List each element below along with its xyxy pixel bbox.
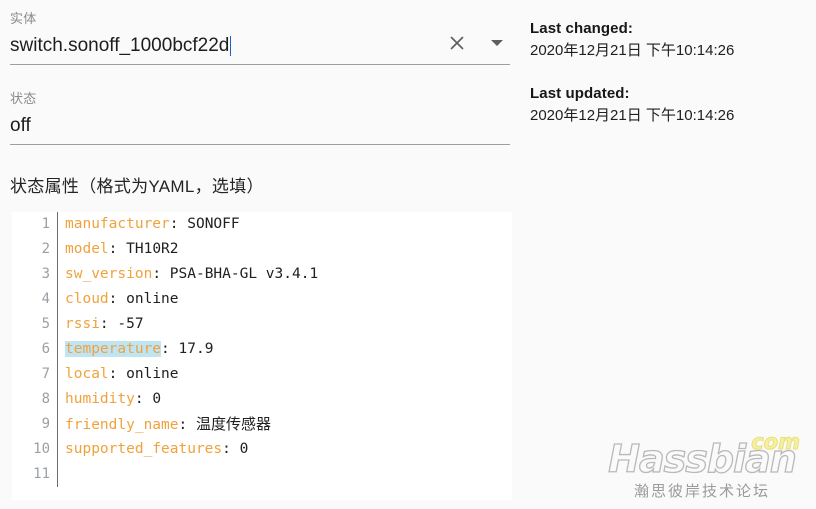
close-icon[interactable] [444, 30, 470, 56]
watermark-tld: com [751, 430, 801, 454]
code-line[interactable]: 4 cloud: online [12, 287, 512, 312]
yaml-value: online [126, 291, 179, 307]
yaml-value: 0 [239, 441, 249, 457]
last-changed-value: 2020年12月21日 下午10:14:26 [530, 42, 735, 59]
yaml-key: rssi [65, 316, 100, 332]
code-line[interactable]: 10 supported_features: 0 [12, 437, 512, 462]
state-input-value[interactable]: off [10, 111, 31, 141]
line-number: 8 [41, 391, 50, 407]
yaml-separator: : [108, 366, 127, 382]
entity-field-group: 实体 switch.sonoff_1000bcf22d [10, 10, 510, 65]
line-number: 9 [41, 416, 50, 432]
code-line[interactable]: 1 manufacturer: SONOFF [12, 212, 512, 237]
code-line-text[interactable]: rssi: -57 [57, 312, 512, 337]
yaml-separator: : [152, 266, 170, 282]
yaml-key: sw_version [65, 266, 153, 282]
code-line[interactable]: 7 local: online [12, 362, 512, 387]
yaml-key: temperature [65, 341, 162, 357]
watermark-subtitle: 瀚思彼岸技术论坛 [633, 482, 770, 500]
entity-input-row[interactable]: switch.sonoff_1000bcf22d [10, 28, 510, 65]
code-line-text[interactable]: model: TH10R2 [57, 237, 512, 262]
entity-field-actions [444, 30, 510, 56]
site-watermark: Hassbian com 瀚思彼岸技术论坛 [602, 431, 802, 501]
yaml-separator: : [99, 316, 118, 332]
yaml-value: TH10R2 [126, 241, 179, 257]
yaml-separator: : [222, 441, 240, 457]
yaml-value: 17.9 [178, 341, 214, 357]
yaml-key: cloud [65, 291, 109, 307]
watermark-brand: Hassbian [608, 436, 798, 481]
entity-field-label: 实体 [10, 11, 37, 26]
yaml-separator: : [108, 291, 127, 307]
code-lines-container[interactable]: 1 manufacturer: SONOFF 2 model: TH10R2 3 sw_v… [12, 212, 512, 487]
metadata-panel: Last changed: 2020年12月21日 下午10:14:26 Las… [530, 18, 810, 148]
yaml-value: 0 [152, 391, 162, 407]
yaml-attributes-editor[interactable]: 1 manufacturer: SONOFF 2 model: TH10R2 3 sw_v… [12, 212, 512, 500]
line-number: 5 [41, 316, 50, 332]
yaml-separator: : [134, 391, 153, 407]
line-number: 11 [33, 466, 50, 482]
yaml-separator: : [169, 216, 188, 232]
line-number: 6 [41, 341, 50, 357]
line-number: 2 [41, 241, 50, 257]
line-number: 4 [41, 291, 50, 307]
watermark-logo: Hassbian com [602, 431, 802, 482]
line-number: 1 [41, 216, 50, 232]
state-input-row[interactable]: off [10, 108, 510, 145]
line-number: 10 [33, 441, 50, 457]
yaml-key: local [65, 366, 109, 382]
yaml-value: PSA-BHA-GL v3.4.1 [169, 266, 319, 282]
code-line-text[interactable]: humidity: 0 [57, 387, 512, 412]
entity-form-panel: 实体 switch.sonoff_1000bcf22d 状态 off 状态属性（… [0, 0, 520, 509]
code-line-text[interactable]: supported_features: 0 [57, 437, 512, 462]
line-number: 3 [41, 266, 50, 282]
last-updated-value: 2020年12月21日 下午10:14:26 [530, 107, 735, 124]
code-line[interactable]: 9 friendly_name: 温度传感器 [12, 412, 512, 437]
code-line[interactable]: 2 model: TH10R2 [12, 237, 512, 262]
yaml-key: model [65, 241, 109, 257]
last-changed-label: Last changed: [530, 20, 633, 37]
yaml-separator: : [161, 341, 179, 357]
entity-input-value[interactable]: switch.sonoff_1000bcf22d [10, 31, 229, 61]
state-field-label: 状态 [10, 91, 37, 106]
last-changed-block: Last changed: 2020年12月21日 下午10:14:26 [530, 18, 810, 62]
code-line[interactable]: 5 rssi: -57 [12, 312, 512, 337]
yaml-key: friendly_name [65, 417, 179, 433]
code-line[interactable]: 8 humidity: 0 [12, 387, 512, 412]
code-line-text[interactable]: sw_version: PSA-BHA-GL v3.4.1 [57, 262, 512, 287]
yaml-key: manufacturer [65, 216, 170, 232]
yaml-value: online [126, 366, 179, 382]
code-line-text[interactable]: cloud: online [57, 287, 512, 312]
chevron-down-icon[interactable] [484, 30, 510, 56]
code-line-text[interactable]: manufacturer: SONOFF [57, 212, 512, 237]
code-line[interactable]: 11 [12, 462, 512, 487]
code-line-text[interactable]: local: online [57, 362, 512, 387]
last-updated-block: Last updated: 2020年12月21日 下午10:14:26 [530, 83, 810, 127]
yaml-key: supported_features [65, 441, 223, 457]
code-line[interactable]: 3 sw_version: PSA-BHA-GL v3.4.1 [12, 262, 512, 287]
line-number: 7 [41, 366, 50, 382]
code-line-text[interactable]: temperature: 17.9 [57, 337, 512, 362]
code-line-text[interactable] [57, 462, 512, 487]
code-line-text[interactable]: friendly_name: 温度传感器 [57, 412, 512, 437]
last-updated-label: Last updated: [530, 85, 630, 102]
yaml-separator: : [108, 241, 127, 257]
state-field-group: 状态 off [10, 90, 510, 145]
yaml-key: humidity [65, 391, 135, 407]
yaml-value: 温度传感器 [195, 415, 271, 433]
yaml-value: -57 [117, 316, 144, 332]
code-line[interactable]: 6 temperature: 17.9 [12, 337, 512, 362]
text-caret [230, 36, 232, 56]
yaml-separator: : [178, 417, 196, 433]
attributes-section-label: 状态属性（格式为YAML，选填） [10, 177, 264, 196]
yaml-value: SONOFF [187, 216, 240, 232]
